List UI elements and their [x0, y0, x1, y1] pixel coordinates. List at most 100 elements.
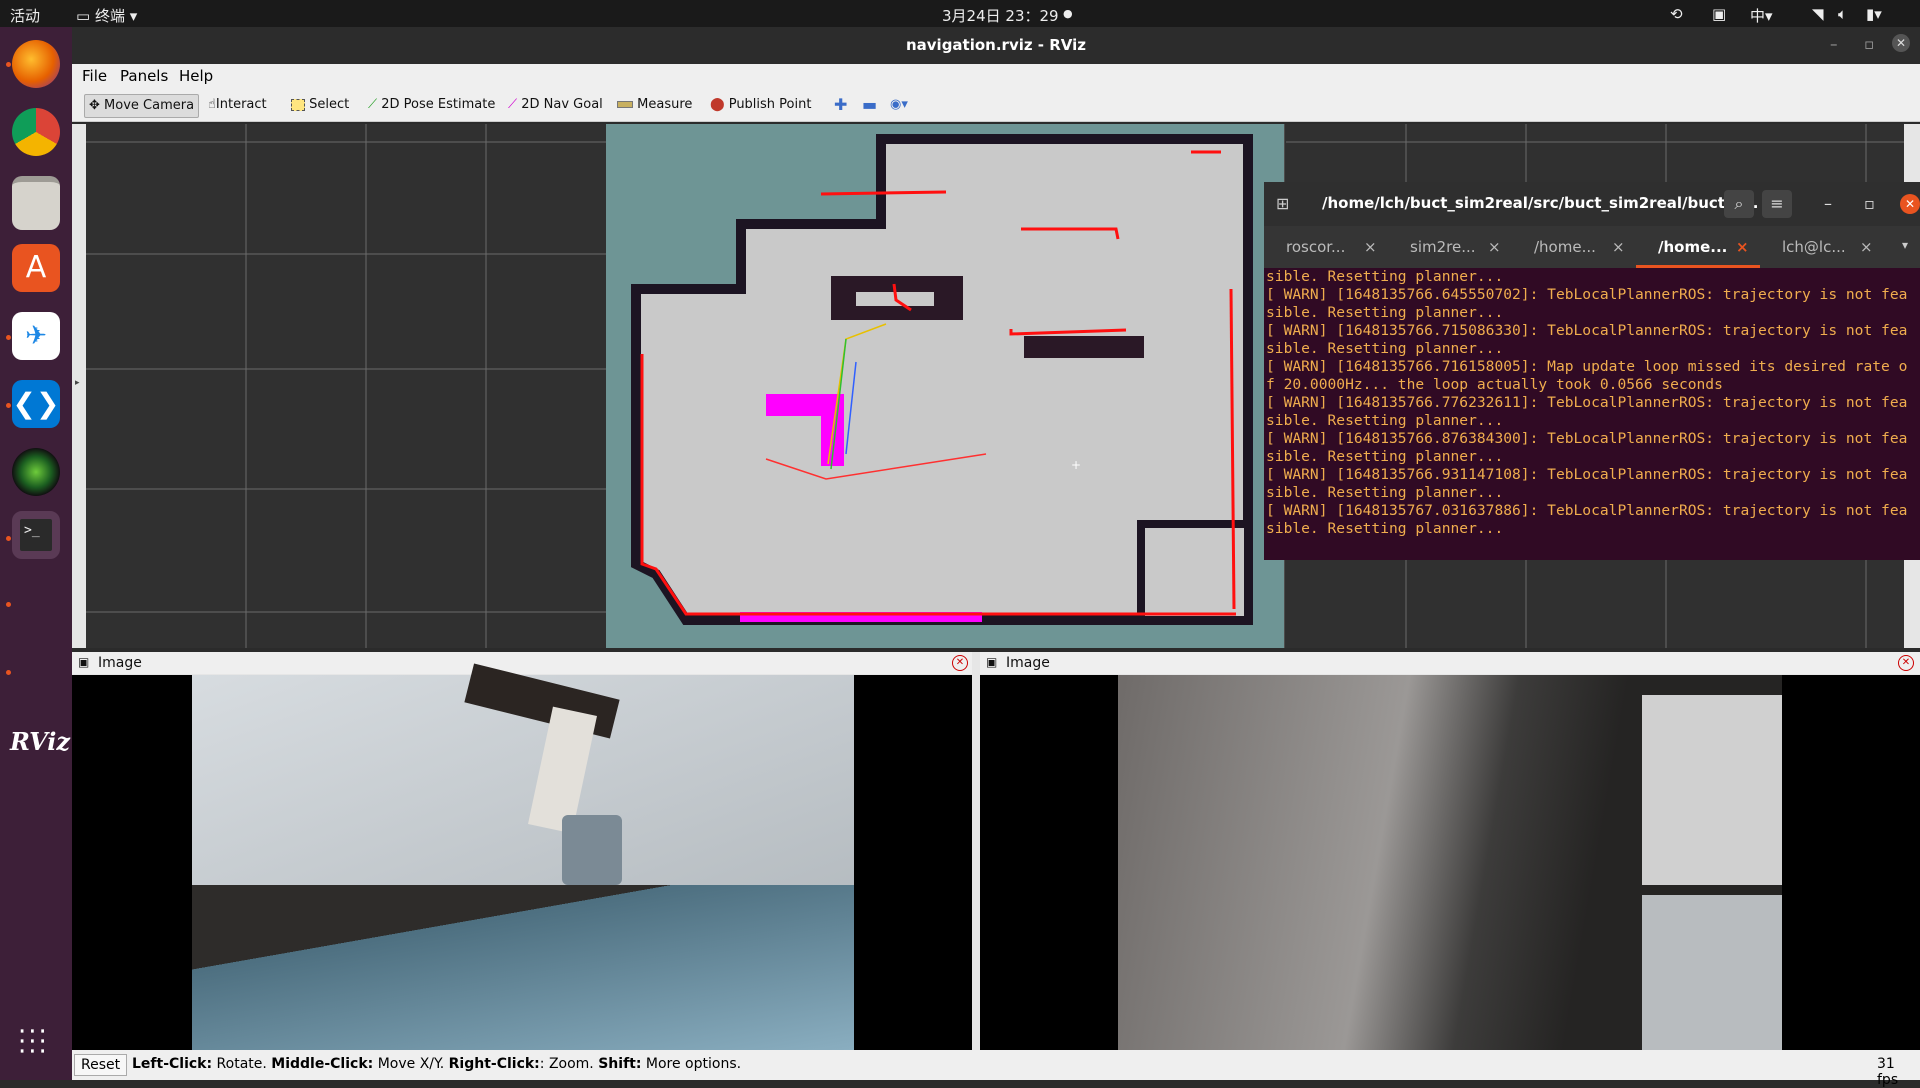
- image-panel-icon: ▣: [986, 655, 998, 669]
- chrome-icon[interactable]: [12, 108, 60, 156]
- menu-panels[interactable]: Panels: [120, 67, 168, 85]
- tab-close-icon[interactable]: ×: [1736, 226, 1749, 268]
- activities-button[interactable]: 活动: [10, 5, 40, 26]
- close-icon[interactable]: ✕: [1900, 194, 1920, 214]
- close-icon[interactable]: ✕: [1892, 34, 1910, 52]
- obstacle-block: [1024, 336, 1144, 358]
- sync-icon[interactable]: ⟲: [1670, 5, 1683, 23]
- terminal-tab[interactable]: lch@lc... ×: [1760, 226, 1884, 268]
- terminal-tab[interactable]: sim2re... ×: [1388, 226, 1512, 268]
- green-arrow-icon: ⟋: [368, 97, 378, 112]
- tool-properties-icon[interactable]: ◉▾: [886, 94, 912, 116]
- hint-key: Middle-Click:: [271, 1056, 374, 1072]
- minimize-icon[interactable]: –: [1830, 35, 1838, 53]
- terminal-line: sible. Resetting planner...: [1266, 520, 1504, 537]
- terminal-header[interactable]: ⊞ /home/lch/buct_sim2real/src/buct_sim2r…: [1264, 182, 1920, 226]
- hamburger-menu-icon[interactable]: ≡: [1762, 190, 1792, 218]
- terminal-tab-label: sim2re...: [1410, 238, 1476, 256]
- terminal-line: [ WARN] [1648135766.876384300]: TebLocal…: [1266, 430, 1908, 447]
- rviz-dock-icon[interactable]: RViz: [10, 727, 70, 756]
- camera-app-icon[interactable]: [12, 448, 60, 496]
- wifi-icon[interactable]: ◥: [1812, 5, 1824, 23]
- hand-icon: ☝: [208, 97, 216, 112]
- menu-file[interactable]: File: [82, 67, 107, 85]
- terminal-output[interactable]: sible. Resetting planner...[ WARN] [1648…: [1264, 268, 1920, 558]
- measure-tool[interactable]: Measure: [613, 94, 696, 116]
- left-dock-collapse[interactable]: ▸: [72, 124, 86, 648]
- running-indicator: [6, 62, 11, 67]
- screen-icon[interactable]: ▣: [1712, 5, 1726, 23]
- files-icon[interactable]: [12, 176, 60, 230]
- input-method-label: 中: [1750, 7, 1766, 25]
- maximize-icon[interactable]: ▫: [1864, 35, 1874, 53]
- terminal-tab-label: /home...: [1658, 238, 1728, 256]
- add-tool-icon[interactable]: ✚: [830, 94, 851, 116]
- menu-help[interactable]: Help: [179, 67, 213, 85]
- publish-point-label: Publish Point: [728, 97, 812, 112]
- close-panel-icon[interactable]: ✕: [1898, 655, 1914, 671]
- terminal-line: sible. Resetting planner...: [1266, 304, 1504, 321]
- left-image-panel-header[interactable]: ▣ Image ✕: [72, 652, 972, 674]
- terminal-tab-label: roscor...: [1286, 238, 1346, 256]
- terminal-icon[interactable]: >_: [12, 511, 60, 559]
- publish-point-tool[interactable]: ⬤ Publish Point: [706, 94, 815, 116]
- battery-icon[interactable]: ▮▾: [1866, 5, 1882, 23]
- close-panel-icon[interactable]: ✕: [952, 655, 968, 671]
- minimize-icon[interactable]: –: [1824, 194, 1832, 213]
- software-center-icon[interactable]: A: [12, 244, 60, 292]
- status-bar: Reset Left-Click: Rotate. Middle-Click: …: [72, 1050, 1920, 1088]
- select-box-icon: [291, 98, 305, 111]
- terminal-window[interactable]: ⊞ /home/lch/buct_sim2real/src/buct_sim2r…: [1264, 182, 1920, 560]
- tab-close-icon[interactable]: ×: [1612, 226, 1625, 268]
- pose-estimate-tool[interactable]: ⟋ 2D Pose Estimate: [364, 94, 499, 116]
- running-indicator: [6, 602, 11, 607]
- window-titlebar[interactable]: navigation.rviz - RViz – ▫ ✕: [72, 27, 1920, 64]
- right-image-panel-header[interactable]: ▣ Image ✕: [980, 652, 1920, 674]
- interact-label: Interact: [215, 97, 267, 112]
- terminal-line: sible. Resetting planner...: [1266, 340, 1504, 357]
- nav-goal-tool[interactable]: ⟋ 2D Nav Goal: [504, 94, 607, 116]
- tab-close-icon[interactable]: ×: [1488, 226, 1501, 268]
- tab-close-icon[interactable]: ×: [1860, 226, 1873, 268]
- clock[interactable]: 3月24日 23：29: [942, 5, 1059, 26]
- terminal-title: /home/lch/buct_sim2real/src/buct_sim2rea…: [1322, 194, 1759, 212]
- terminal-line: sible. Resetting planner...: [1266, 412, 1504, 429]
- select-tool[interactable]: Select: [287, 94, 353, 116]
- rviz-toolbar: ✥ Move Camera ☝Interact Select ⟋ 2D Pose…: [72, 88, 1920, 122]
- terminal-tab-active[interactable]: /home... ×: [1636, 226, 1760, 268]
- left-image-panel-title: Image: [98, 655, 142, 671]
- feishu-icon[interactable]: ✈: [12, 312, 60, 360]
- search-icon[interactable]: ⌕: [1724, 190, 1754, 218]
- reset-button[interactable]: Reset: [74, 1054, 128, 1076]
- app-menu[interactable]: ▭ 终端 ▾: [76, 5, 137, 26]
- hint-text: Rotate.: [212, 1056, 272, 1072]
- system-top-bar: 活动 ▭ 终端 ▾ 3月24日 23：29 ● ⟲ ▣ 中▾ ◥ 🔈︎ ▮▾: [0, 0, 1920, 27]
- remove-tool-icon[interactable]: ▬: [858, 94, 881, 116]
- terminal-tab-label: lch@lc...: [1782, 238, 1846, 256]
- show-apps-icon[interactable]: ⋅⋅⋅ ⋅⋅⋅ ⋅⋅⋅: [18, 1019, 49, 1065]
- move-camera-tool[interactable]: ✥ Move Camera: [84, 94, 200, 118]
- terminal-line: [ WARN] [1648135767.031637886]: TebLocal…: [1266, 502, 1908, 519]
- terminal-tab[interactable]: /home... ×: [1512, 226, 1636, 268]
- terminal-line: sible. Resetting planner...: [1266, 484, 1504, 501]
- robot-top-view: [562, 815, 622, 885]
- firefox-icon[interactable]: [12, 40, 60, 88]
- interact-tool[interactable]: ☝Interact: [204, 94, 271, 116]
- terminal-tab-label: /home...: [1534, 238, 1596, 256]
- terminal-tab[interactable]: roscor... ×: [1264, 226, 1388, 268]
- tabs-dropdown-icon[interactable]: ▾: [1902, 238, 1908, 252]
- camera-wall-edge: [192, 885, 854, 1050]
- running-indicator: [6, 536, 11, 541]
- vscode-icon[interactable]: ❮❯: [12, 380, 60, 428]
- maximize-icon[interactable]: ▫: [1864, 194, 1875, 213]
- volume-icon[interactable]: 🔈︎: [1838, 5, 1847, 23]
- input-method[interactable]: 中▾: [1750, 5, 1773, 26]
- new-tab-icon[interactable]: ⊞: [1276, 194, 1289, 213]
- terminal-tabbar: roscor... × sim2re... × /home... × /home...…: [1264, 226, 1920, 268]
- magenta-arrow-icon: ⟋: [508, 97, 518, 112]
- left-camera-image: [72, 663, 972, 1050]
- laser-scan: [820, 190, 947, 196]
- select-label: Select: [309, 97, 350, 112]
- move-camera-label: Move Camera: [104, 98, 195, 113]
- tab-close-icon[interactable]: ×: [1364, 226, 1377, 268]
